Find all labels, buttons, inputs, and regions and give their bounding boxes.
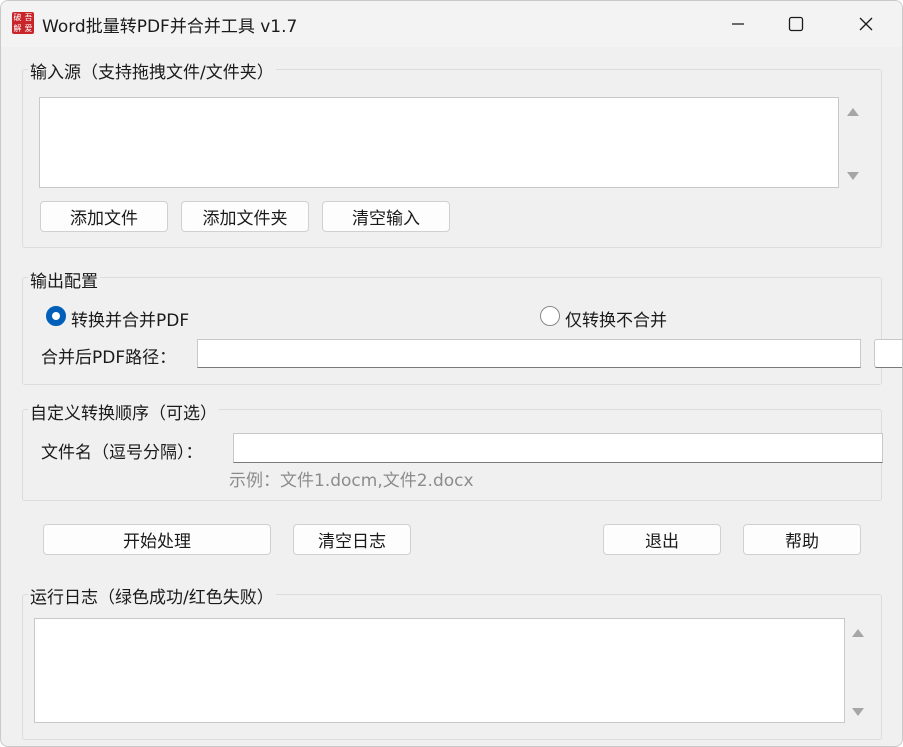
- log-output-area[interactable]: [34, 618, 845, 723]
- minimize-icon: [732, 23, 744, 25]
- app-logo-icon: 破 吾 解 爱: [12, 12, 34, 34]
- clear-input-button[interactable]: 清空输入: [322, 201, 450, 232]
- minimize-button[interactable]: [715, 1, 761, 47]
- radio-merge-label[interactable]: 转换并合并PDF: [71, 306, 189, 331]
- start-process-button[interactable]: 开始处理: [43, 524, 271, 555]
- input-file-list[interactable]: [39, 97, 839, 188]
- browse-path-button[interactable]: [874, 339, 902, 368]
- merged-path-label: 合并后PDF路径：: [41, 348, 177, 368]
- filename-order-label: 文件名（逗号分隔）：: [41, 443, 203, 463]
- log-scroll-up-arrow-icon[interactable]: [851, 628, 865, 638]
- output-config-label: 输出配置: [28, 267, 100, 292]
- app-logo-glyph: 破: [13, 13, 22, 22]
- add-folder-button[interactable]: 添加文件夹: [181, 201, 309, 232]
- log-label: 运行日志（绿色成功/红色失败）: [28, 583, 276, 608]
- radio-merge[interactable]: [46, 306, 66, 326]
- custom-order-label: 自定义转换顺序（可选）: [28, 399, 219, 424]
- output-config-group: [22, 277, 882, 385]
- close-button[interactable]: [843, 1, 889, 47]
- exit-button[interactable]: 退出: [603, 524, 721, 555]
- scroll-up-arrow-icon[interactable]: [846, 107, 860, 117]
- scroll-down-arrow-icon[interactable]: [846, 171, 860, 181]
- filename-example-hint: 示例：文件1.docm,文件2.docx: [229, 471, 474, 491]
- clear-log-button[interactable]: 清空日志: [293, 524, 411, 555]
- app-logo-glyph: 爱: [24, 24, 33, 33]
- log-scroll-down-arrow-icon[interactable]: [851, 707, 865, 717]
- window-title: Word批量转PDF并合并工具 v1.7: [42, 17, 298, 37]
- filename-order-input[interactable]: [233, 433, 883, 463]
- add-file-button[interactable]: 添加文件: [40, 201, 168, 232]
- app-window: 破 吾 解 爱 Word批量转PDF并合并工具 v1.7 输入源（支持拖拽文件/…: [0, 0, 903, 747]
- app-logo-glyph: 解: [13, 24, 22, 33]
- maximize-icon: [788, 16, 804, 32]
- merged-path-input[interactable]: [197, 339, 861, 368]
- close-icon: [859, 17, 873, 31]
- radio-convert-only[interactable]: [540, 306, 560, 326]
- app-logo-glyph: 吾: [24, 13, 33, 22]
- title-bar[interactable]: 破 吾 解 爱 Word批量转PDF并合并工具 v1.7: [1, 1, 902, 47]
- help-button[interactable]: 帮助: [743, 524, 861, 555]
- maximize-button[interactable]: [773, 1, 819, 47]
- radio-convert-only-label[interactable]: 仅转换不合并: [565, 306, 667, 331]
- input-source-label: 输入源（支持拖拽文件/文件夹）: [28, 58, 276, 83]
